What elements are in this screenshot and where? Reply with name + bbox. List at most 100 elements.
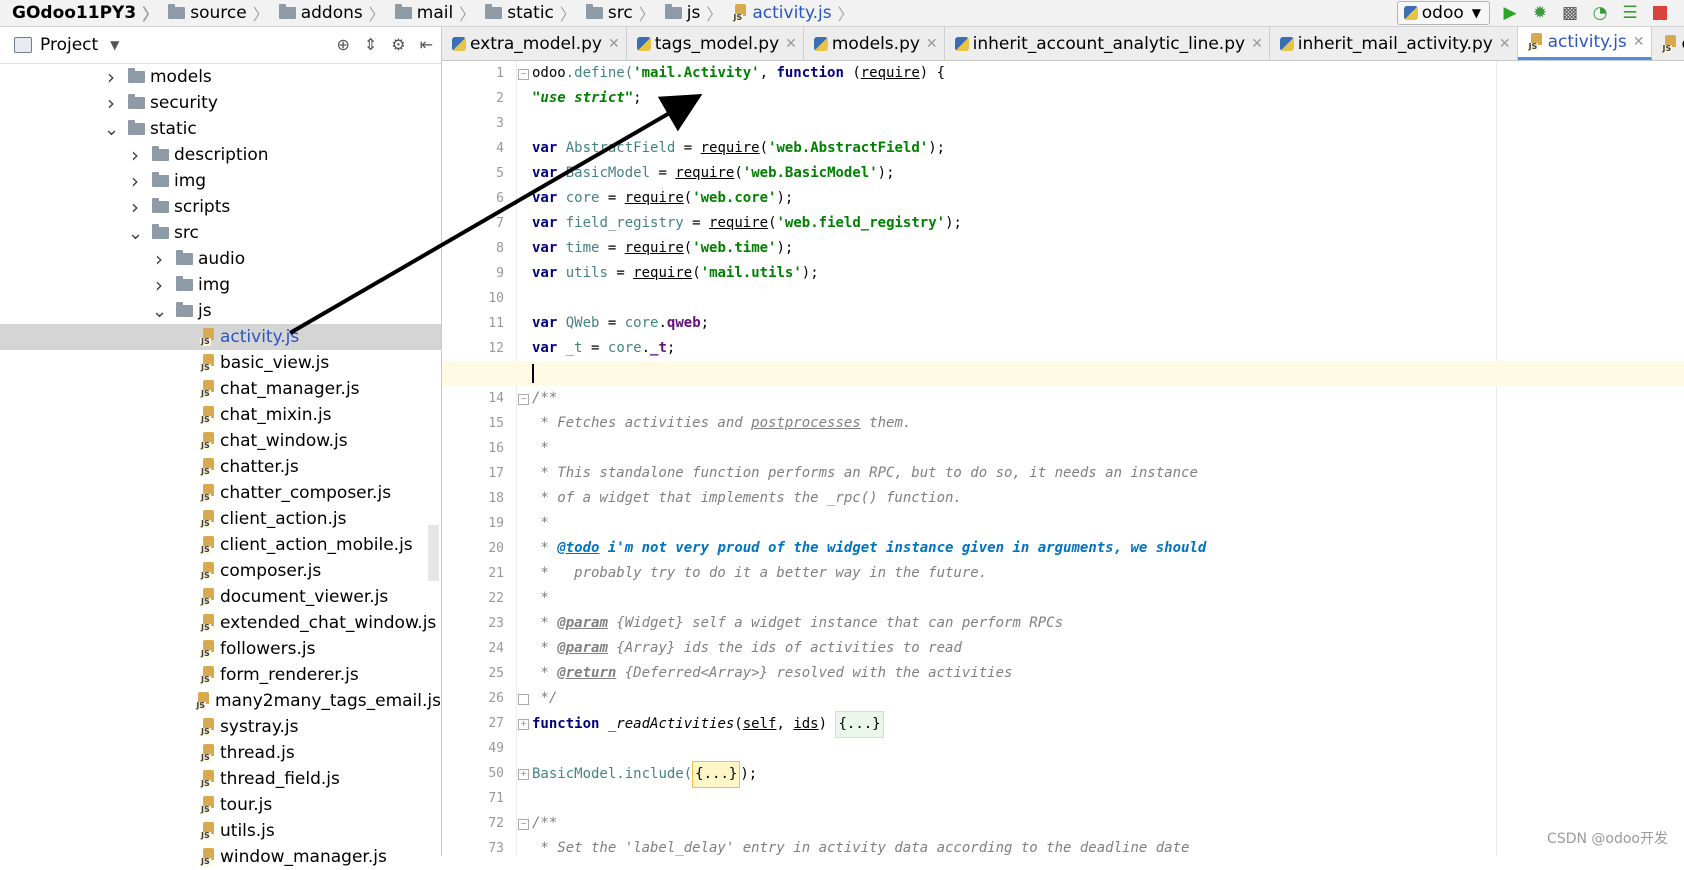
code-line-15: * Fetches activities and postprocesses t… (532, 415, 912, 431)
tree-item[interactable]: document_viewer.js (0, 584, 441, 610)
chevron-right-icon[interactable]: › (128, 143, 142, 167)
code-line-27: function _readActivities(self, ids) {...… (532, 711, 1682, 738)
chevron-right-icon[interactable]: › (104, 65, 118, 89)
tree-item[interactable]: › models (0, 64, 441, 90)
tree-item[interactable]: form_renderer.js (0, 662, 441, 688)
editor-tab[interactable]: activity.js ✕ (1517, 27, 1652, 60)
tree-item[interactable]: › audio (0, 246, 441, 272)
breadcrumb-js[interactable]: js 〉 (661, 0, 729, 26)
js-file-icon (200, 640, 216, 658)
close-icon[interactable]: ✕ (926, 36, 938, 52)
editor-tab[interactable]: inherit_account_analytic_line.py ✕ (945, 27, 1270, 60)
tree-item[interactable]: tour.js (0, 792, 441, 818)
scrollbar-thumb[interactable] (428, 525, 439, 581)
run-icon[interactable]: ▶ (1500, 3, 1520, 23)
breadcrumb-addons[interactable]: addons 〉 (275, 0, 391, 26)
tree-item[interactable]: extended_chat_window.js (0, 610, 441, 636)
tree-item[interactable]: ⌄ src (0, 220, 441, 246)
project-panel-title[interactable]: Project (40, 35, 98, 55)
editor-tab[interactable]: extend_email (1652, 27, 1684, 60)
tree-item[interactable]: › scripts (0, 194, 441, 220)
gear-icon[interactable]: ⚙ (391, 35, 405, 54)
tree-item[interactable]: ⌄ static (0, 116, 441, 142)
tree-item[interactable]: chatter_composer.js (0, 480, 441, 506)
chevron-right-icon[interactable]: › (152, 247, 166, 271)
js-file-icon (200, 562, 216, 580)
line-number: 22 (488, 591, 504, 606)
tree-item[interactable]: › description (0, 142, 441, 168)
tree-item[interactable]: utils.js (0, 818, 441, 844)
tree-item[interactable]: followers.js (0, 636, 441, 662)
line-number: 4 (496, 141, 504, 156)
close-icon[interactable]: ✕ (608, 36, 620, 52)
tree-item[interactable]: thread.js (0, 740, 441, 766)
fold-marker-icon[interactable]: − (518, 819, 529, 830)
breadcrumb-project[interactable]: GOdoo11PY3 〉 (0, 0, 164, 26)
fold-marker-icon[interactable] (518, 694, 529, 705)
tree-item[interactable]: basic_view.js (0, 350, 441, 376)
editor-tab[interactable]: inherit_mail_activity.py ✕ (1270, 27, 1518, 60)
profile-icon[interactable]: ◔ (1590, 3, 1610, 23)
hide-panel-icon[interactable]: ⇤ (420, 35, 433, 54)
breadcrumb-label: js (686, 3, 701, 23)
breadcrumb-label: activity.js (752, 3, 832, 23)
tree-item[interactable]: thread_field.js (0, 766, 441, 792)
tree-item[interactable]: chat_mixin.js (0, 402, 441, 428)
code-line-13-current[interactable] (442, 361, 1684, 386)
fold-marker-icon[interactable]: − (518, 394, 529, 405)
close-icon[interactable]: ✕ (785, 36, 797, 52)
chevron-down-icon[interactable]: ⌄ (104, 119, 119, 140)
breadcrumb-src[interactable]: src 〉 (582, 0, 661, 26)
chevron-right-icon[interactable]: › (128, 195, 142, 219)
stop-icon[interactable] (1650, 3, 1670, 23)
tree-item[interactable]: ⌄ js (0, 298, 441, 324)
chevron-down-icon[interactable]: ⌄ (128, 223, 143, 244)
expand-marker-icon[interactable]: + (518, 719, 529, 730)
chevron-right-icon[interactable]: › (104, 91, 118, 115)
tree-item[interactable]: activity.js (0, 324, 441, 350)
js-file-icon (200, 484, 216, 502)
tree-item[interactable]: › security (0, 90, 441, 116)
breadcrumb-source[interactable]: source 〉 (164, 0, 274, 26)
run-configuration-select[interactable]: odoo ▼ (1396, 1, 1490, 25)
editor-tab[interactable]: tags_model.py ✕ (627, 27, 804, 60)
line-number: 6 (496, 191, 504, 206)
folded-code-block[interactable]: {...} (692, 761, 741, 788)
debug-icon[interactable]: ✹ (1530, 3, 1550, 23)
collapse-all-icon[interactable]: ⇕ (364, 35, 377, 54)
tree-item[interactable]: client_action_mobile.js (0, 532, 441, 558)
chevron-right-icon[interactable]: › (128, 169, 142, 193)
tree-item[interactable]: client_action.js (0, 506, 441, 532)
folded-code-block[interactable]: {...} (835, 711, 884, 738)
tree-item[interactable]: many2many_tags_email.js (0, 688, 441, 714)
close-icon[interactable]: ✕ (1499, 36, 1511, 52)
editor-tab[interactable]: models.py ✕ (804, 27, 945, 60)
js-file-icon (1527, 33, 1544, 51)
fold-marker-icon[interactable]: − (518, 69, 529, 80)
tree-item[interactable]: chatter.js (0, 454, 441, 480)
editor-tab[interactable]: extra_model.py ✕ (442, 27, 627, 60)
tree-item[interactable]: composer.js (0, 558, 441, 584)
tree-item[interactable]: chat_manager.js (0, 376, 441, 402)
coverage-icon[interactable]: ▩ (1560, 3, 1580, 23)
tree-item[interactable]: chat_window.js (0, 428, 441, 454)
locate-icon[interactable]: ⊕ (336, 35, 349, 54)
breadcrumb-separator-icon: 〉 (368, 5, 385, 24)
tree-item[interactable]: systray.js (0, 714, 441, 740)
close-icon[interactable]: ✕ (1251, 36, 1263, 52)
chevron-right-icon[interactable]: › (152, 273, 166, 297)
folder-icon (168, 4, 186, 19)
breadcrumb-static[interactable]: static 〉 (481, 0, 582, 26)
tree-item[interactable]: › img (0, 168, 441, 194)
run-to-cursor-icon[interactable]: ☰ (1620, 3, 1640, 23)
chevron-down-icon[interactable]: ⌄ (152, 301, 167, 322)
line-number: 19 (488, 516, 504, 531)
chevron-down-icon[interactable]: ▼ (110, 38, 119, 52)
breadcrumb-mail[interactable]: mail 〉 (391, 0, 481, 26)
tree-item[interactable]: › img (0, 272, 441, 298)
tree-item[interactable]: window_manager.js (0, 844, 441, 870)
expand-marker-icon[interactable]: + (518, 769, 529, 780)
code-editor[interactable]: 1234567891011121314151617181920212223242… (442, 61, 1684, 856)
close-icon[interactable]: ✕ (1633, 34, 1645, 50)
breadcrumb-activity-js[interactable]: activity.js 〉 (728, 0, 859, 26)
